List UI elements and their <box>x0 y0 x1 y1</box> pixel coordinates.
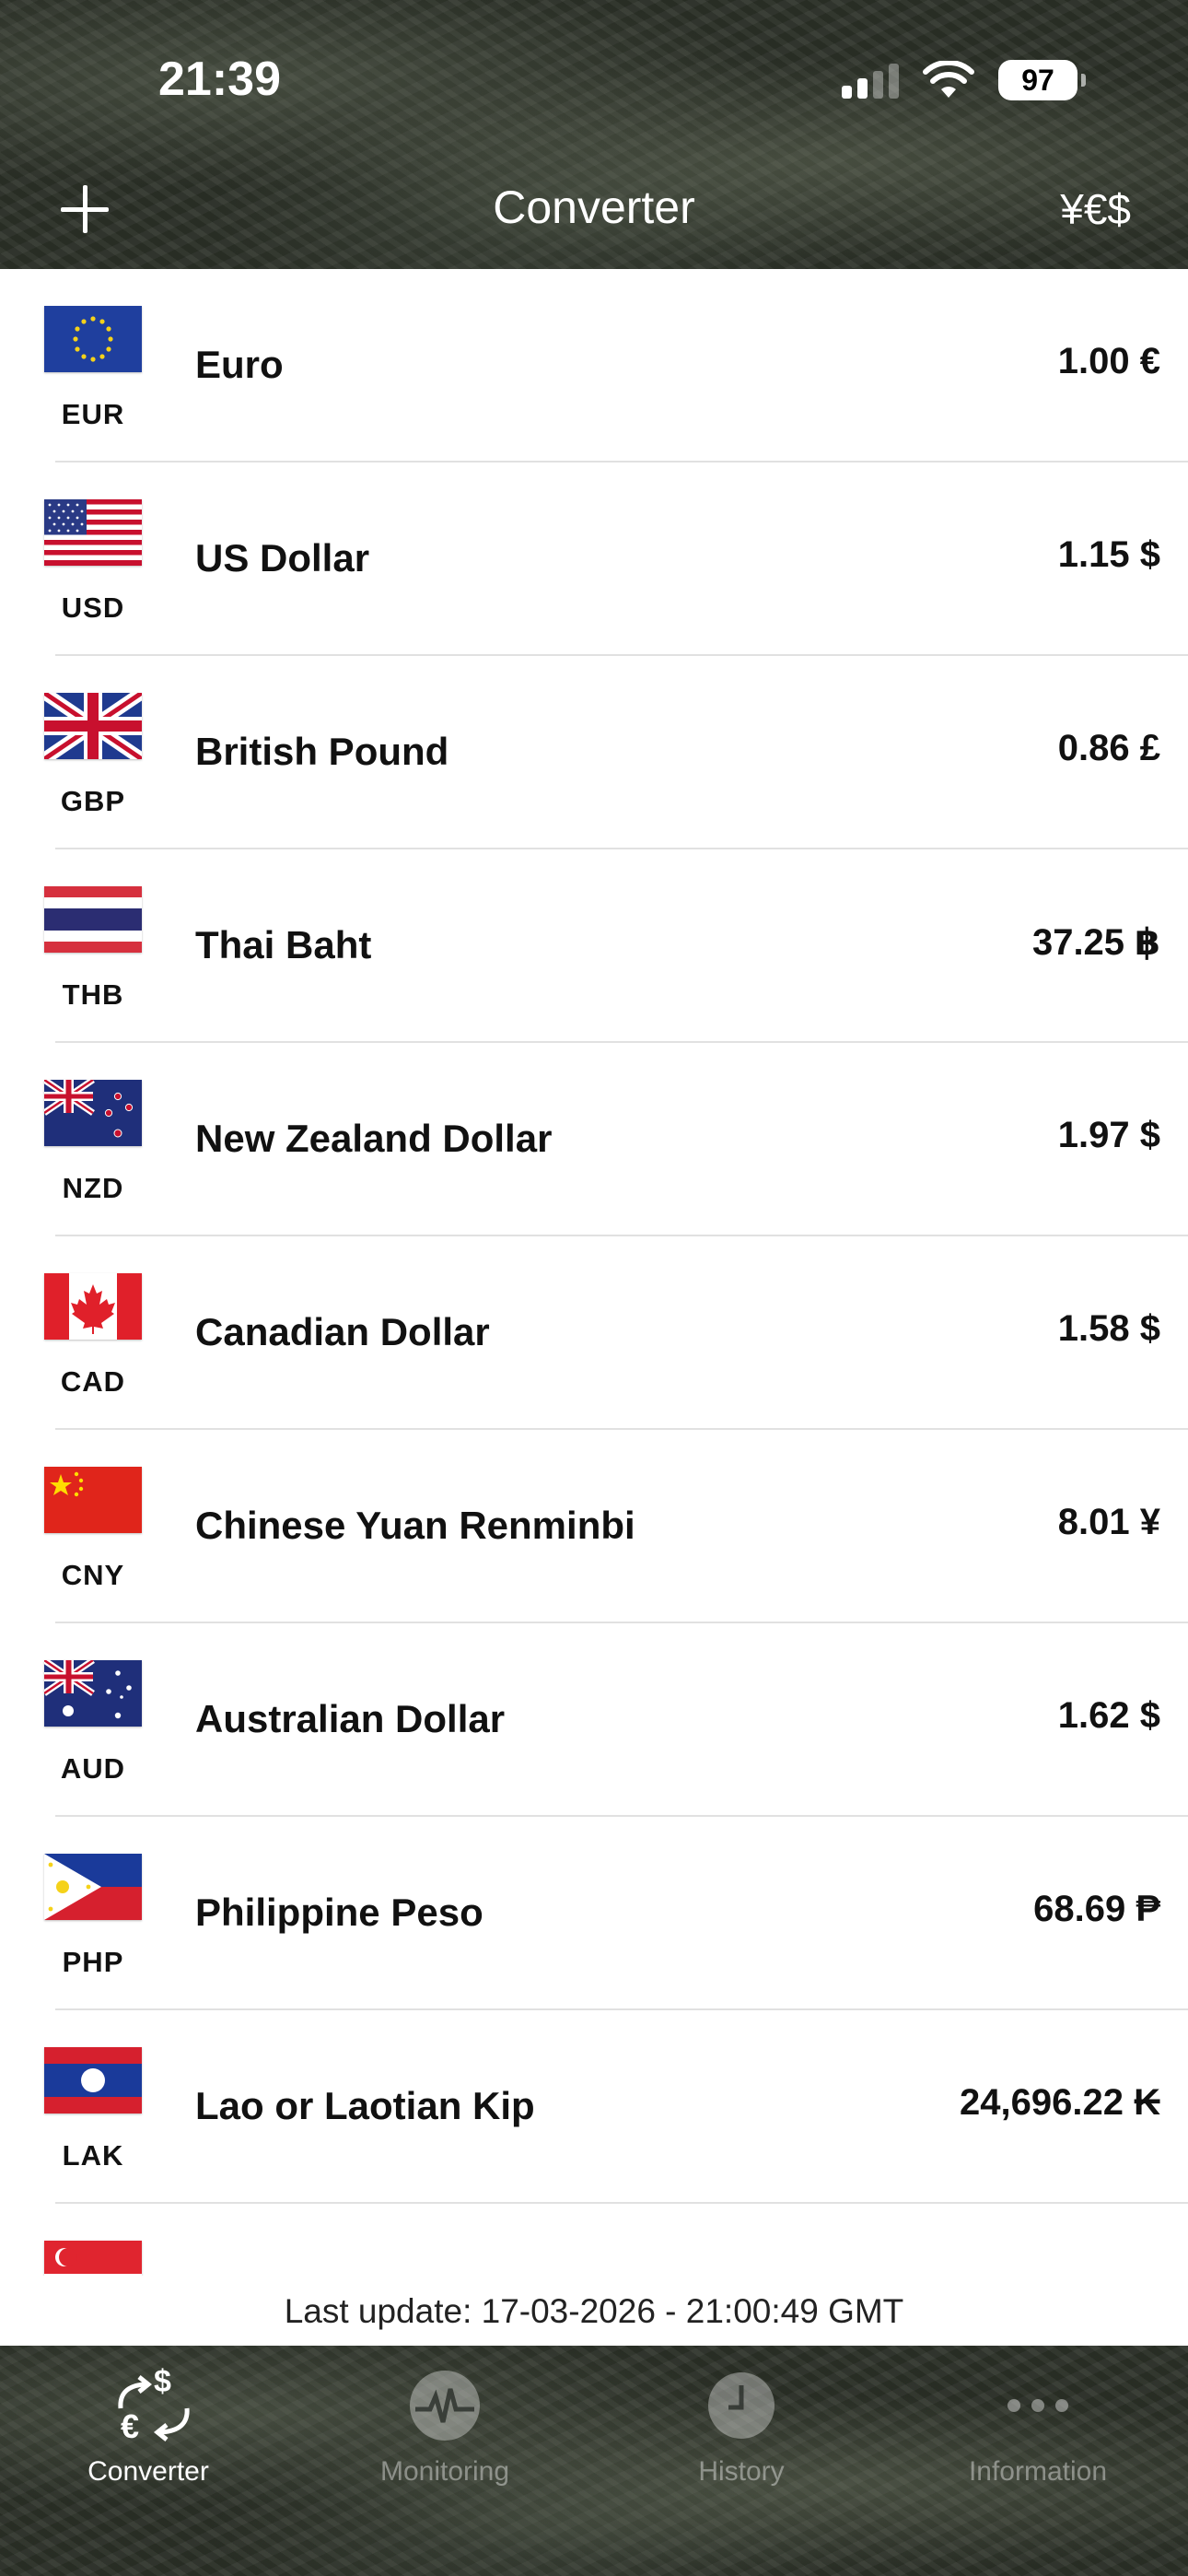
currency-value[interactable]: 1.00 € <box>1058 341 1160 382</box>
status-time: 21:39 <box>158 53 281 106</box>
currency-name: Chinese Yuan Renminbi <box>195 1504 635 1547</box>
currency-row-usd[interactable]: USD US Dollar 1.15 $ <box>0 463 1188 656</box>
wifi-icon <box>923 61 974 98</box>
tab-history[interactable]: History <box>593 2364 890 2488</box>
battery-indicator: 97 <box>998 60 1086 100</box>
philippines-flag-icon <box>44 1854 142 1920</box>
currency-name: Euro <box>195 343 284 386</box>
currency-value[interactable]: 68.69 ₱ <box>1033 1889 1160 1930</box>
currency-row-thb[interactable]: THB Thai Baht 37.25 ฿ <box>0 849 1188 1043</box>
australia-flag-icon <box>44 1660 142 1727</box>
currency-value[interactable]: 1.62 $ <box>1058 1695 1160 1737</box>
thailand-flag-icon <box>44 886 142 953</box>
currency-code: LAK <box>62 2139 124 2172</box>
currency-row-eur[interactable]: EUR Euro 1.00 € <box>0 269 1188 463</box>
currency-row-cad[interactable]: CAD Canadian Dollar 1.58 $ <box>0 1236 1188 1430</box>
svg-text:$: $ <box>154 2364 171 2399</box>
currency-code: USD <box>61 591 125 624</box>
currency-value[interactable]: 37.25 ฿ <box>1032 921 1160 964</box>
currency-row-php[interactable]: PHP Philippine Peso 68.69 ₱ <box>0 1817 1188 2010</box>
currency-code: GBP <box>60 785 126 817</box>
tab-converter[interactable]: $ € Converter <box>0 2364 297 2488</box>
currency-row-aud[interactable]: AUD Australian Dollar 1.62 $ <box>0 1623 1188 1817</box>
currency-row-gbp[interactable]: GBP British Pound 0.86 £ <box>0 656 1188 849</box>
page-title: Converter <box>493 181 695 233</box>
currency-code: PHP <box>62 1946 124 1978</box>
currency-code: CNY <box>61 1559 125 1591</box>
currency-name: British Pound <box>195 730 449 773</box>
currency-name: US Dollar <box>195 536 370 580</box>
currency-value[interactable]: 8.01 ¥ <box>1058 1502 1160 1543</box>
currency-name: Thai Baht <box>195 923 372 966</box>
currency-code: THB <box>62 978 124 1011</box>
currency-list[interactable]: EUR Euro 1.00 € USD US Dollar 1.15 $ GBP… <box>0 269 1188 2276</box>
currency-name: Lao or Laotian Kip <box>195 2084 535 2127</box>
last-update-text: Last update: 17-03-2026 - 21:00:49 GMT <box>284 2292 904 2330</box>
cellular-signal-icon <box>842 62 899 99</box>
singapore-flag-icon <box>44 2241 142 2276</box>
tab-label: Converter <box>87 2456 209 2487</box>
status-icons: 97 <box>842 57 1086 103</box>
currency-row-nzd[interactable]: NZD New Zealand Dollar 1.97 $ <box>0 1043 1188 1236</box>
laos-flag-icon <box>44 2047 142 2113</box>
currency-name: New Zealand Dollar <box>195 1117 553 1160</box>
currency-selector-button[interactable]: ¥€$ <box>1060 184 1131 234</box>
currency-row-partial[interactable] <box>0 2204 1188 2276</box>
currency-code: NZD <box>62 1172 124 1204</box>
converter-icon: $ € <box>0 2364 297 2447</box>
tab-information[interactable]: Information <box>890 2364 1186 2488</box>
currency-value[interactable]: 24,696.22 ₭ <box>960 2082 1160 2124</box>
tab-bar: $ € Converter Monitoring History Informa… <box>0 2346 1188 2576</box>
currency-code: AUD <box>60 1752 126 1785</box>
currency-name: Canadian Dollar <box>195 1310 490 1353</box>
currency-value[interactable]: 1.58 $ <box>1058 1308 1160 1350</box>
eu-flag-icon <box>44 306 142 372</box>
currency-value[interactable]: 0.86 £ <box>1058 728 1160 769</box>
canada-flag-icon <box>44 1273 142 1340</box>
currency-value[interactable]: 1.15 $ <box>1058 534 1160 576</box>
navigation-header: 21:39 97 Converter ¥€$ <box>0 0 1188 269</box>
svg-text:€: € <box>121 2407 139 2445</box>
history-icon <box>593 2364 890 2447</box>
monitoring-icon <box>297 2364 593 2447</box>
new-zealand-flag-icon <box>44 1080 142 1146</box>
uk-flag-icon <box>44 693 142 759</box>
tab-monitoring[interactable]: Monitoring <box>297 2364 593 2488</box>
tab-label: Information <box>968 2456 1108 2487</box>
tab-label: History <box>698 2456 785 2487</box>
more-icon <box>890 2364 1186 2447</box>
currency-value[interactable]: 1.97 $ <box>1058 1115 1160 1156</box>
currency-name: Philippine Peso <box>195 1891 483 1934</box>
currency-code: EUR <box>61 398 125 430</box>
currency-code: CAD <box>60 1365 126 1398</box>
china-flag-icon <box>44 1467 142 1533</box>
tab-label: Monitoring <box>379 2456 510 2487</box>
currency-name: Australian Dollar <box>195 1697 506 1740</box>
currency-row-lak[interactable]: LAK Lao or Laotian Kip 24,696.22 ₭ <box>0 2010 1188 2204</box>
us-flag-icon <box>44 499 142 566</box>
currency-row-cny[interactable]: CNY Chinese Yuan Renminbi 8.01 ¥ <box>0 1430 1188 1623</box>
